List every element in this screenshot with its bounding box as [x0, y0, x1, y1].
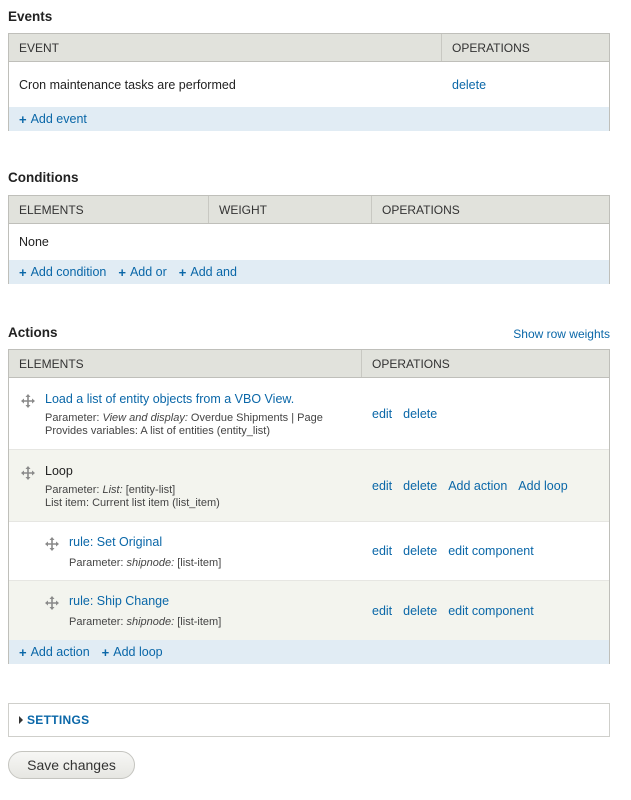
add-event-label: Add event: [30, 112, 87, 126]
plus-icon: +: [19, 111, 27, 127]
delete-link[interactable]: delete: [403, 604, 437, 618]
conditions-empty: None: [19, 235, 49, 249]
add-loop-link[interactable]: + Add loop: [102, 645, 163, 659]
drag-handle-icon[interactable]: [45, 536, 59, 551]
delete-link[interactable]: delete: [403, 479, 437, 493]
plus-icon: +: [118, 264, 126, 280]
table-row: Load a list of entity objects from a VBO…: [9, 378, 609, 450]
table-row: Cron maintenance tasks are performed del…: [9, 62, 609, 107]
event-delete-link[interactable]: delete: [452, 78, 486, 92]
table-row: Loop Parameter: List: [entity-list] List…: [9, 450, 609, 522]
conditions-title: Conditions: [8, 170, 79, 185]
table-row: None: [9, 224, 609, 260]
delete-link[interactable]: delete: [403, 544, 437, 558]
action-parameter: Parameter: View and display: Overdue Shi…: [45, 411, 323, 424]
action-parameter: Parameter: shipnode: [list-item]: [69, 616, 222, 628]
add-condition-link[interactable]: + Add condition: [19, 265, 106, 279]
edit-link[interactable]: edit: [372, 479, 392, 493]
action-parameter: Parameter: shipnode: [list-item]: [69, 556, 222, 569]
col-operations: OPERATIONS: [382, 202, 460, 217]
drag-handle-icon[interactable]: [21, 393, 35, 408]
actions-table: ELEMENTS OPERATIONS Load a list of entit…: [8, 349, 610, 664]
edit-link[interactable]: edit: [372, 604, 392, 618]
events-title: Events: [8, 9, 53, 24]
col-event: EVENT: [9, 34, 442, 61]
conditions-table: ELEMENTS WEIGHT OPERATIONS None + Add con…: [8, 195, 610, 284]
delete-link[interactable]: delete: [403, 407, 437, 421]
action-title-link[interactable]: rule: Ship Change: [69, 594, 169, 608]
plus-icon: +: [178, 264, 187, 280]
settings-label: SETTINGS: [27, 713, 90, 727]
conditions-footer: + Add condition + Add or + Add and: [9, 260, 609, 284]
add-or-label: Add or: [129, 265, 167, 279]
loop-title: Loop: [45, 463, 73, 478]
add-event-link[interactable]: + Add event: [19, 112, 87, 126]
edit-link[interactable]: edit: [372, 544, 392, 558]
add-loop-link[interactable]: Add loop: [518, 479, 567, 493]
action-parameter: Parameter: List: [entity-list]: [45, 483, 176, 496]
action-title-link[interactable]: Load a list of entity objects from a VBO…: [45, 392, 294, 406]
add-action-label: Add action: [30, 645, 90, 659]
add-loop-label: Add loop: [113, 645, 163, 659]
add-action-link[interactable]: + Add action: [19, 645, 90, 659]
actions-footer: + Add action + Add loop: [9, 640, 609, 664]
save-button[interactable]: Save changes: [8, 751, 135, 779]
col-weight: WEIGHT: [209, 196, 372, 223]
plus-icon: +: [19, 264, 27, 280]
add-and-label: Add and: [190, 265, 237, 279]
show-row-weights-link[interactable]: Show row weights: [513, 327, 610, 341]
plus-icon: +: [101, 644, 110, 660]
table-row: rule: Set Original Parameter: shipnode: …: [9, 522, 609, 581]
actions-table-header: ELEMENTS OPERATIONS: [9, 350, 609, 378]
col-operations: OPERATIONS: [372, 356, 450, 371]
actions-title: Actions: [8, 325, 58, 340]
drag-handle-icon[interactable]: [45, 596, 59, 610]
action-variables: List item: Current list item (list_item): [45, 496, 220, 509]
col-elements: ELEMENTS: [9, 350, 362, 377]
add-or-link[interactable]: + Add or: [118, 265, 166, 279]
drag-handle-icon[interactable]: [21, 465, 35, 480]
conditions-table-header: ELEMENTS WEIGHT OPERATIONS: [9, 196, 609, 224]
triangle-right-icon: [19, 716, 23, 724]
table-row: rule: Ship Change Parameter: shipnode: […: [9, 581, 609, 640]
events-table-header: EVENT OPERATIONS: [9, 34, 609, 62]
edit-link[interactable]: edit: [372, 407, 392, 421]
events-footer: + Add event: [9, 107, 609, 131]
edit-component-link[interactable]: edit component: [448, 604, 533, 618]
add-action-link[interactable]: Add action: [448, 479, 507, 493]
col-elements: ELEMENTS: [9, 196, 209, 223]
action-title-link[interactable]: rule: Set Original: [69, 535, 162, 549]
event-name: Cron maintenance tasks are performed: [19, 77, 236, 92]
settings-fieldset[interactable]: SETTINGS: [8, 703, 610, 737]
edit-component-link[interactable]: edit component: [448, 544, 533, 558]
col-operations: OPERATIONS: [452, 40, 530, 55]
events-table: EVENT OPERATIONS Cron maintenance tasks …: [8, 33, 610, 131]
plus-icon: +: [19, 644, 27, 660]
add-and-link[interactable]: + Add and: [179, 265, 237, 279]
action-variables: Provides variables: A list of entities (…: [45, 424, 270, 437]
add-condition-label: Add condition: [30, 265, 107, 279]
